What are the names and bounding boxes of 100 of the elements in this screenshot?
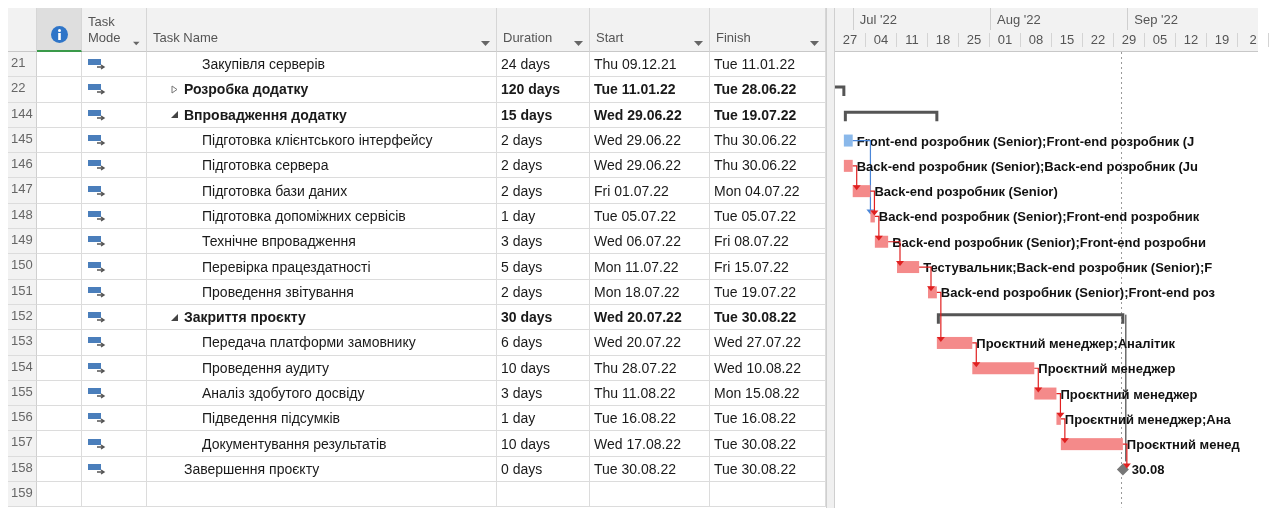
collapse-triangle-icon[interactable] bbox=[170, 312, 179, 322]
row-number: 153 bbox=[8, 330, 37, 356]
table-cell bbox=[37, 482, 82, 508]
auto-schedule-icon bbox=[88, 134, 106, 147]
duration-cell: 3 days bbox=[497, 229, 590, 255]
start-date-cell: Tue 16.08.22 bbox=[590, 406, 710, 432]
resource-label: Front-end розробник (Senior);Front-end розробник (J bbox=[856, 133, 1195, 149]
duration-cell: 1 day bbox=[497, 406, 590, 432]
start-date-cell: Tue 05.07.22 bbox=[590, 203, 710, 230]
week-label: 15 bbox=[1052, 33, 1083, 48]
duration-cell: 2 days bbox=[497, 153, 590, 179]
task-bar[interactable] bbox=[972, 362, 1035, 375]
week-label: 18 bbox=[928, 33, 959, 48]
resource-label: Проєктний менед bbox=[1126, 437, 1240, 453]
task-name: Підготовка клієнтського інтерфейсу bbox=[202, 132, 433, 149]
task-bar[interactable] bbox=[1060, 438, 1123, 451]
summary-bracket[interactable] bbox=[935, 313, 1125, 326]
week-label: 05 bbox=[1145, 33, 1176, 48]
start-date-cell: Wed 29.06.22 bbox=[590, 102, 710, 128]
task-name: Підготовка сервера bbox=[202, 157, 329, 174]
task-name: Підготовка бази даних bbox=[202, 182, 348, 199]
month-label: Sep '22 bbox=[1127, 8, 1261, 30]
task-bar[interactable] bbox=[897, 261, 920, 274]
start-date-cell: Tue 11.01.22 bbox=[590, 77, 710, 103]
start-date-cell: Wed 29.06.22 bbox=[590, 153, 710, 179]
row-number: 21 bbox=[8, 52, 37, 78]
resource-label: Back-end розробник (Senior) bbox=[874, 184, 1058, 200]
auto-schedule-icon bbox=[88, 361, 106, 374]
header-cell bbox=[8, 8, 37, 52]
start-date-cell: Wed 20.07.22 bbox=[590, 304, 710, 331]
auto-schedule-icon bbox=[88, 58, 106, 71]
auto-schedule-icon bbox=[88, 235, 106, 248]
start-date-cell: Fri 01.07.22 bbox=[590, 178, 710, 204]
duration-cell: 15 days bbox=[497, 102, 590, 128]
month-label: Jul '22 bbox=[852, 8, 990, 30]
task-name: Розробка додатку bbox=[184, 81, 309, 98]
task-bar[interactable] bbox=[1034, 387, 1057, 400]
column-header[interactable]: Duration bbox=[497, 8, 590, 52]
info-icon bbox=[50, 26, 68, 43]
start-date-cell: Tue 30.08.22 bbox=[590, 456, 710, 483]
start-date-cell: Wed 06.07.22 bbox=[590, 229, 710, 255]
task-name: Впровадження додатку bbox=[184, 106, 347, 123]
milestone-date-label: 30.08 bbox=[1131, 462, 1165, 478]
task-name: Проведення аудиту bbox=[202, 359, 329, 376]
task-name: Перевірка працездатності bbox=[202, 258, 371, 275]
task-name: Проведення звітування bbox=[202, 283, 354, 300]
info-column-header[interactable] bbox=[37, 8, 82, 52]
month-label: Aug '22 bbox=[990, 8, 1128, 30]
row-number: 150 bbox=[8, 254, 37, 280]
task-name: Закриття проєкту bbox=[184, 309, 306, 326]
start-date-cell: Wed 29.06.22 bbox=[590, 127, 710, 154]
dropdown-caret-icon[interactable] bbox=[810, 41, 819, 46]
auto-schedule-icon bbox=[88, 83, 106, 96]
column-header[interactable]: Task Name bbox=[147, 8, 497, 52]
start-date-cell: Thu 11.08.22 bbox=[590, 380, 710, 407]
task-name: Аналіз здобутого досвіду bbox=[202, 385, 365, 401]
dropdown-caret-icon[interactable] bbox=[574, 41, 583, 46]
milestone-diamond-icon[interactable] bbox=[1116, 463, 1129, 476]
column-header[interactable]: Start bbox=[590, 8, 710, 52]
row-number: 144 bbox=[8, 102, 37, 128]
start-date-cell: Wed 17.08.22 bbox=[590, 431, 710, 457]
duration-cell: 2 days bbox=[497, 127, 590, 154]
collapse-triangle-icon[interactable] bbox=[170, 110, 179, 120]
dropdown-caret-icon[interactable] bbox=[133, 41, 140, 46]
task-bar[interactable] bbox=[1056, 412, 1061, 425]
row-number: 147 bbox=[8, 178, 37, 204]
row-number: 22 bbox=[8, 77, 37, 103]
row-number: 159 bbox=[8, 482, 37, 508]
row-number: 145 bbox=[8, 127, 37, 154]
auto-schedule-icon bbox=[88, 412, 106, 425]
expand-triangle-icon[interactable] bbox=[170, 84, 179, 94]
column-header[interactable]: Task Mode bbox=[82, 8, 147, 52]
duration-cell: 0 days bbox=[497, 456, 590, 483]
dropdown-caret-icon[interactable] bbox=[481, 41, 490, 46]
week-label: 11 bbox=[897, 33, 928, 48]
duration-cell: 2 days bbox=[497, 178, 590, 204]
duration-cell: 10 days bbox=[497, 431, 590, 457]
week-label: 27 bbox=[835, 33, 866, 48]
week-label: 01 bbox=[990, 33, 1021, 48]
duration-cell: 3 days bbox=[497, 380, 590, 407]
auto-schedule-icon bbox=[88, 285, 106, 298]
duration-cell: 10 days bbox=[497, 355, 590, 381]
summary-bracket[interactable] bbox=[835, 85, 846, 96]
task-name: Підготовка допоміжних сервісів bbox=[202, 207, 406, 224]
auto-schedule-icon bbox=[88, 336, 106, 349]
summary-bracket[interactable] bbox=[842, 110, 939, 123]
start-date-cell: Mon 11.07.22 bbox=[590, 254, 710, 280]
start-date-cell: Thu 09.12.21 bbox=[590, 52, 710, 78]
resource-label: Back-end розробник (Senior);Front-end розробник bbox=[878, 209, 1200, 225]
duration-cell: 120 days bbox=[497, 77, 590, 103]
week-label: 19 bbox=[1207, 33, 1238, 48]
row-number: 155 bbox=[8, 380, 37, 407]
auto-schedule-icon bbox=[88, 209, 106, 222]
dropdown-caret-icon[interactable] bbox=[694, 41, 703, 46]
auto-schedule-icon bbox=[88, 311, 106, 324]
task-name: Технічне впровадження bbox=[202, 233, 356, 250]
start-date-cell: Thu 28.07.22 bbox=[590, 355, 710, 381]
column-header[interactable]: Finish bbox=[710, 8, 826, 52]
week-label: 12 bbox=[1176, 33, 1207, 48]
task-bar[interactable] bbox=[936, 336, 973, 349]
